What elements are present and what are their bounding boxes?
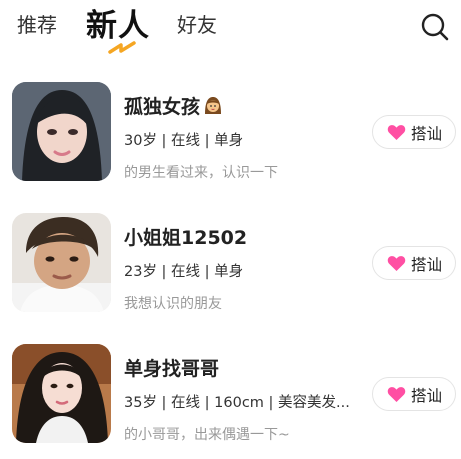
user-avatar[interactable] <box>12 213 111 312</box>
heart-icon <box>387 387 406 403</box>
active-tab-indicator <box>108 41 136 54</box>
user-bio: 的男生看过来，认识一下 <box>124 165 278 181</box>
greet-button[interactable]: 搭讪 <box>372 246 456 280</box>
tab-new-people[interactable]: 新人 <box>86 0 150 45</box>
user-card[interactable]: 单身找哥哥 35岁 | 在线 | 160cm | 美容美发... 的小哥哥，出来… <box>0 334 461 454</box>
user-name: 孤独女孩 <box>124 92 224 119</box>
user-meta: 30岁 | 在线 | 单身 <box>124 133 244 149</box>
user-avatar[interactable] <box>12 344 111 443</box>
girl-emoji-icon <box>205 97 222 114</box>
greet-button[interactable]: 搭讪 <box>372 115 456 149</box>
greet-button[interactable]: 搭讪 <box>372 377 456 411</box>
greet-button-label: 搭讪 <box>411 125 443 143</box>
user-bio: 我想认识的朋友 <box>124 296 222 312</box>
user-name: 小姐姐12502 <box>124 227 248 249</box>
tab-recommend[interactable]: 推荐 <box>17 9 57 38</box>
user-avatar[interactable] <box>12 82 111 181</box>
heart-icon <box>387 125 406 141</box>
tab-friends[interactable]: 好友 <box>177 9 217 38</box>
heart-icon <box>387 256 406 272</box>
user-meta: 35岁 | 在线 | 160cm | 美容美发... <box>124 395 350 411</box>
user-card[interactable]: 孤独女孩 30岁 | 在线 | 单身 的男生看过来，认识一下 搭讪 <box>0 72 461 192</box>
user-bio: 的小哥哥，出来偶遇一下~ <box>124 427 290 443</box>
greet-button-label: 搭讪 <box>411 256 443 274</box>
greet-button-label: 搭讪 <box>411 387 443 405</box>
user-name: 单身找哥哥 <box>124 358 220 380</box>
user-meta: 23岁 | 在线 | 单身 <box>124 264 244 280</box>
user-card[interactable]: 小姐姐12502 23岁 | 在线 | 单身 我想认识的朋友 搭讪 <box>0 203 461 323</box>
top-tab-bar: 推荐 新人 好友 <box>0 0 461 62</box>
search-icon[interactable] <box>420 12 450 42</box>
